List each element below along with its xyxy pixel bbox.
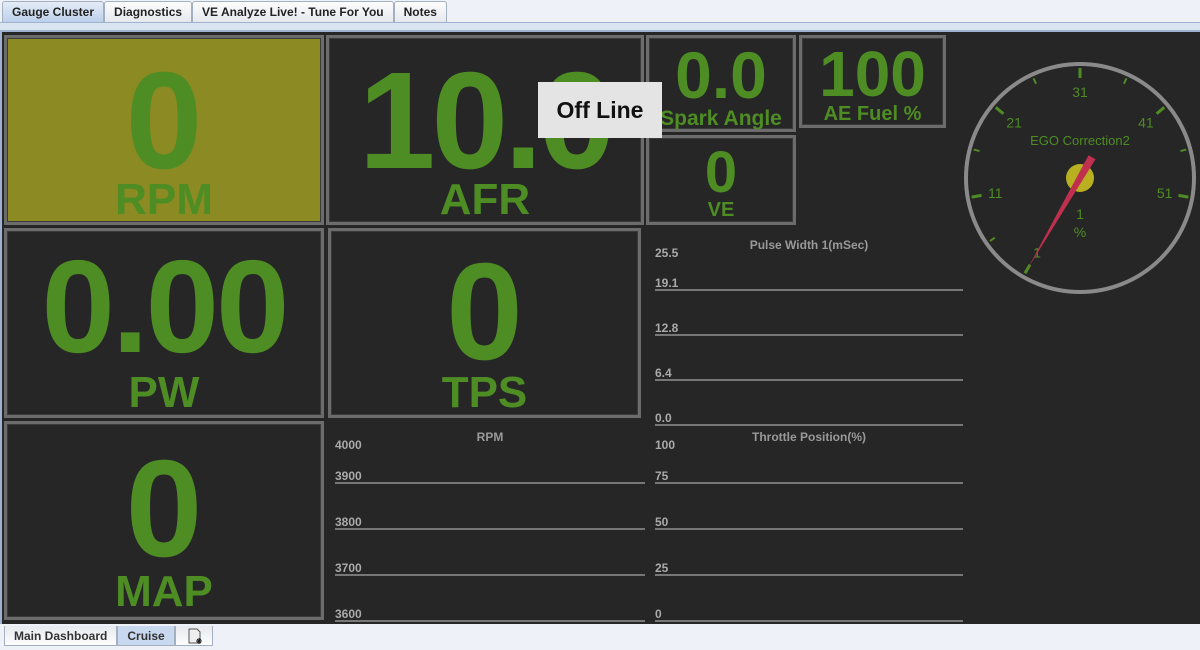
y-tick: 12.8 (655, 321, 679, 335)
gridline (655, 482, 963, 484)
top-tab-bar: Gauge Cluster Diagnostics VE Analyze Liv… (0, 0, 447, 22)
ego-correction-dial: 11121314151 EGO Correction2 1 % (964, 62, 1196, 294)
pw-label: PW (128, 368, 200, 417)
dial-tick-label: 31 (1072, 84, 1088, 100)
y-tick: 19.1 (655, 276, 679, 290)
map-label: MAP (115, 567, 213, 616)
chart-title: Pulse Width 1(mSec) (749, 238, 869, 252)
gridline (335, 528, 645, 530)
dial-title: EGO Correction2 (1030, 133, 1130, 148)
chart-title: RPM (476, 430, 504, 444)
y-tick: 4000 (335, 438, 362, 452)
y-tick: 25.5 (655, 246, 679, 260)
pw-value: 0.00 (41, 233, 290, 380)
tab-diagnostics[interactable]: Diagnostics (104, 1, 193, 22)
tab-divider (0, 22, 1200, 32)
rpm-label: RPM (115, 175, 213, 224)
y-tick: 3700 (335, 561, 362, 575)
spark-angle-gauge: 0.0 Spark Angle (646, 35, 796, 132)
tab-main-dashboard[interactable]: Main Dashboard (4, 626, 118, 646)
gridline (655, 334, 963, 336)
y-tick: 25 (655, 561, 669, 575)
dial-tick-label: 11 (988, 185, 1003, 201)
gridline (335, 482, 645, 484)
y-tick: 0 (655, 607, 662, 621)
dial-value: 1 (1076, 206, 1084, 222)
y-tick: 0.0 (655, 411, 672, 425)
new-page-icon (188, 628, 202, 644)
y-tick: 3900 (335, 469, 362, 483)
dial-tick-label: 21 (1006, 115, 1022, 131)
map-value: 0 (125, 432, 203, 586)
bottom-tab-bar: Main Dashboard Cruise (0, 626, 213, 646)
gridline (655, 379, 963, 381)
tab-cruise[interactable]: Cruise (117, 626, 175, 646)
rpm-gauge: 0 RPM (4, 35, 324, 225)
spark-angle-label: Spark Angle (660, 107, 782, 130)
gridline (655, 528, 963, 530)
tab-notes[interactable]: Notes (393, 1, 447, 22)
tab-ve-analyze[interactable]: VE Analyze Live! - Tune For You (192, 1, 394, 22)
ae-fuel-value: 100 (819, 38, 926, 110)
tps-gauge: 0 TPS (328, 228, 641, 418)
throttle-position-chart: Throttle Position(%) 100 75 50 25 0 (655, 430, 963, 622)
gridline (335, 620, 645, 622)
afr-label: AFR (439, 175, 531, 224)
map-gauge: 0 MAP (4, 421, 324, 620)
gridline (655, 289, 963, 291)
y-tick: 75 (655, 469, 669, 483)
spark-angle-value: 0.0 (675, 38, 767, 112)
y-tick: 3600 (335, 607, 362, 621)
rpm-chart: RPM 4000 3900 3800 3700 3600 (335, 430, 645, 622)
dial-tick (971, 193, 982, 199)
tps-label: TPS (441, 368, 528, 417)
pw-gauge: 0.00 PW (4, 228, 324, 418)
dial-unit: % (1074, 224, 1086, 240)
tab-gauge-cluster[interactable]: Gauge Cluster (2, 1, 105, 22)
gridline (655, 574, 963, 576)
pulse-width-chart: Pulse Width 1(mSec) 25.5 19.1 12.8 6.4 0… (655, 238, 963, 426)
ve-gauge: 0 VE (646, 135, 796, 225)
y-tick: 50 (655, 515, 669, 529)
y-tick: 100 (655, 438, 676, 452)
gridline (655, 620, 963, 622)
y-tick: 6.4 (655, 366, 672, 380)
tps-value: 0 (446, 235, 523, 389)
chart-title: Throttle Position(%) (752, 430, 866, 444)
ve-label: VE (707, 199, 735, 221)
ae-fuel-gauge: 100 AE Fuel % (799, 35, 946, 128)
dial-tick-label: 51 (1157, 185, 1173, 201)
offline-indicator: Off Line (538, 82, 662, 138)
gridline (335, 574, 645, 576)
ae-fuel-label: AE Fuel % (823, 103, 922, 125)
dial-tick-label: 41 (1138, 115, 1154, 131)
ve-value: 0 (704, 140, 738, 205)
new-dashboard-tab[interactable] (174, 626, 213, 646)
y-tick: 3800 (335, 515, 362, 529)
rpm-value: 0 (125, 44, 203, 198)
gridline (655, 424, 963, 426)
dial-tick (1178, 193, 1189, 199)
